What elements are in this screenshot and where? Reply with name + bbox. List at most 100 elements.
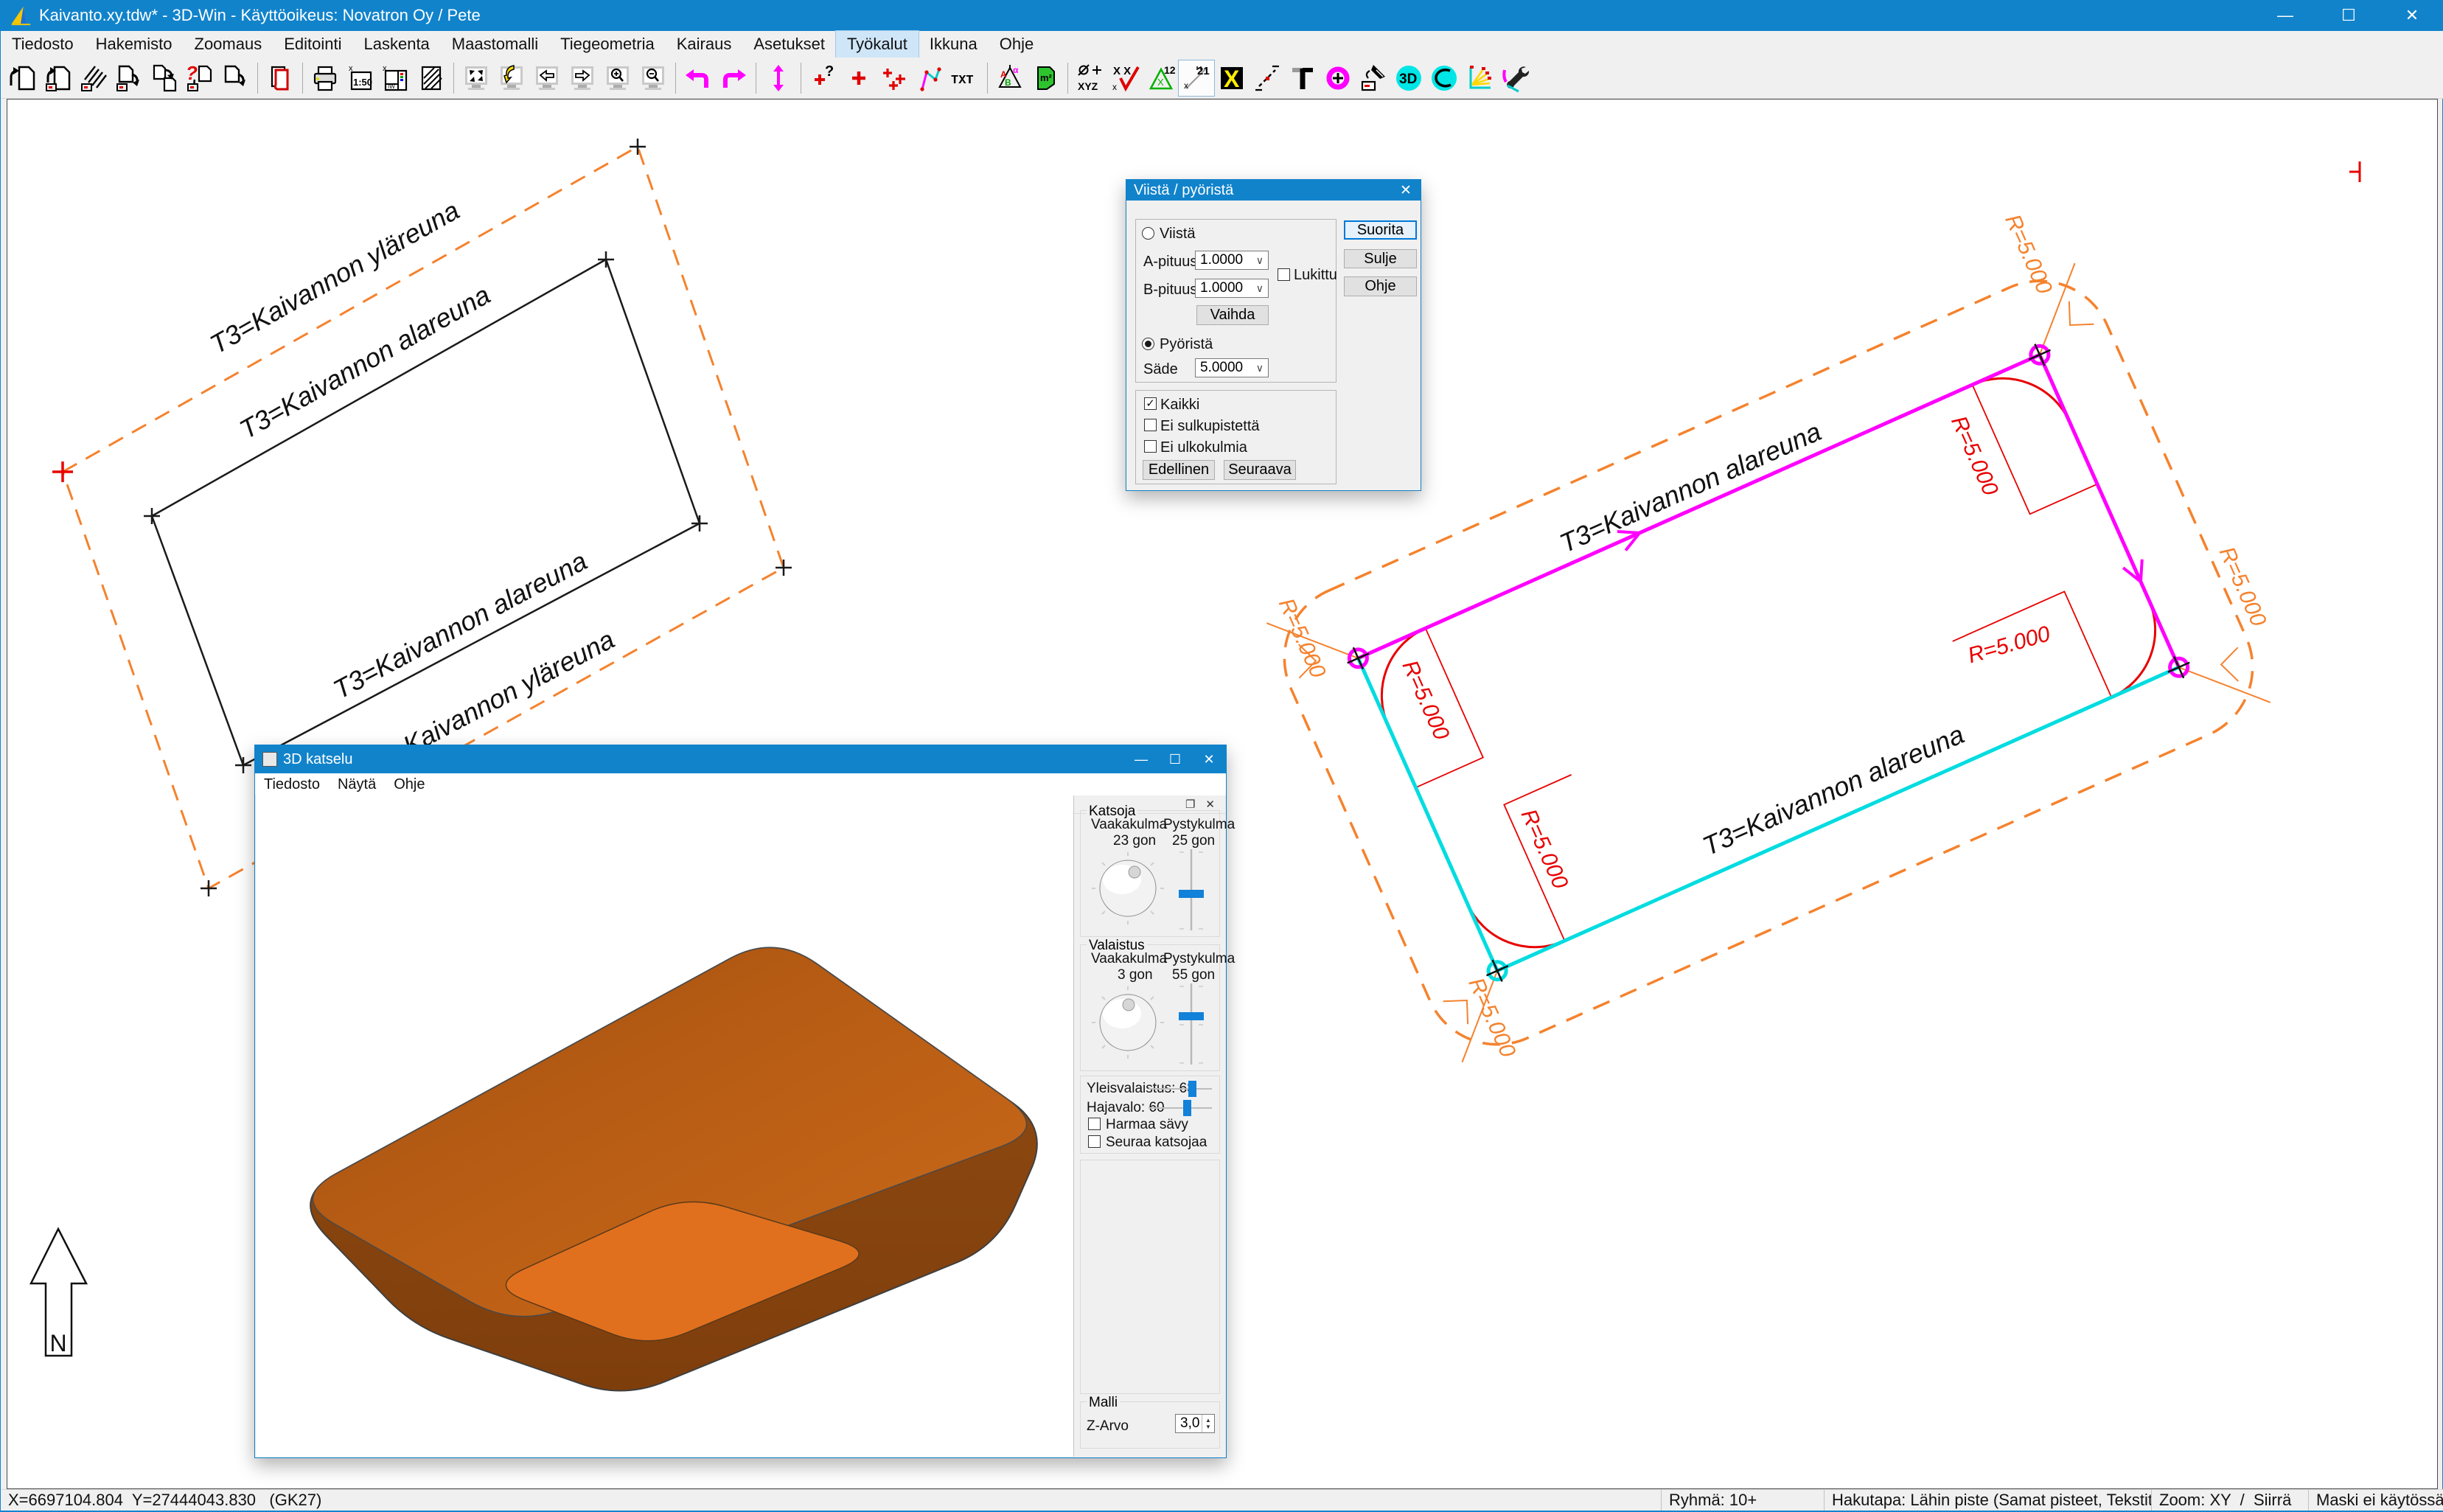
point-add-multi-button[interactable] bbox=[877, 60, 912, 96]
menu-näytä[interactable]: Näytä bbox=[329, 776, 385, 793]
kaikki-checkbox[interactable]: ✓ bbox=[1144, 397, 1157, 410]
view-3d-button[interactable]: 3D bbox=[1391, 60, 1426, 96]
print-button[interactable] bbox=[307, 60, 343, 96]
menu-ohje[interactable]: Ohje bbox=[989, 31, 1045, 58]
svg-text:x: x bbox=[1112, 82, 1117, 92]
area-measure-button[interactable]: m² bbox=[1028, 60, 1063, 96]
delete-element-button[interactable]: X bbox=[1214, 60, 1250, 96]
dialog-close-icon[interactable]: ✕ bbox=[1391, 182, 1421, 199]
minimize-button[interactable]: — bbox=[2254, 0, 2317, 31]
sulje-button[interactable]: Sulje bbox=[1344, 249, 1417, 268]
menu-editointi[interactable]: Editointi bbox=[273, 31, 352, 58]
menu-tiegeometria[interactable]: Tiegeometria bbox=[549, 31, 666, 58]
ei-sulkupistetta-checkbox[interactable] bbox=[1144, 419, 1157, 431]
lukittu-checkbox[interactable] bbox=[1278, 268, 1290, 281]
view-right-button[interactable] bbox=[565, 60, 600, 96]
menu-zoomaus[interactable]: Zoomaus bbox=[184, 31, 273, 58]
circle-point-button[interactable] bbox=[1320, 60, 1356, 96]
seuraa-katsojaa-checkbox[interactable] bbox=[1088, 1135, 1101, 1148]
menu-asetukset[interactable]: Asetukset bbox=[742, 31, 836, 58]
a-pituus-combo[interactable]: 1.0000∨ bbox=[1195, 251, 1269, 270]
line-annotate-button[interactable]: x21 bbox=[1179, 60, 1214, 96]
point-add-button[interactable] bbox=[841, 60, 877, 96]
file-save-button[interactable] bbox=[111, 60, 147, 96]
page-setup-button[interactable]: xIW bbox=[378, 60, 414, 96]
file-stack-button[interactable] bbox=[262, 60, 298, 96]
divide-line-icon bbox=[1252, 63, 1282, 93]
suorita-button[interactable]: Suorita bbox=[1344, 220, 1417, 240]
maximize-button[interactable]: ☐ bbox=[2317, 0, 2380, 31]
triangle-model-button[interactable]: 12X bbox=[1143, 60, 1179, 96]
viewer3d-window: 3D katselu — ☐ ✕ TiedostoNäytäOhje bbox=[254, 745, 1227, 1458]
edellinen-button[interactable]: Edellinen bbox=[1143, 460, 1215, 480]
file-open-button[interactable] bbox=[5, 60, 41, 96]
menu-ohje[interactable]: Ohje bbox=[385, 776, 433, 793]
angle-measure-button[interactable]: AαB bbox=[992, 60, 1028, 96]
svg-text:3D: 3D bbox=[1399, 72, 1417, 87]
zoom-out-button[interactable] bbox=[635, 60, 671, 96]
panel-close-icon[interactable]: ✕ bbox=[1205, 798, 1215, 811]
pole-button[interactable] bbox=[1285, 60, 1320, 96]
menu-työkalut[interactable]: Työkalut bbox=[836, 31, 919, 58]
svg-text:x: x bbox=[1184, 80, 1188, 91]
fit-view-button[interactable] bbox=[459, 60, 494, 96]
line-draw-button[interactable] bbox=[912, 60, 947, 96]
ei-ulkokulmia-checkbox[interactable] bbox=[1144, 440, 1157, 453]
ei-ulkokulmia-label: Ei ulkokulmia bbox=[1160, 439, 1247, 456]
divide-line-button[interactable] bbox=[1250, 60, 1285, 96]
menu-maastomalli[interactable]: Maastomalli bbox=[441, 31, 549, 58]
spot-elevations-button[interactable] bbox=[1462, 60, 1497, 96]
svg-text:?: ? bbox=[186, 63, 198, 84]
tools-settings-button[interactable] bbox=[1497, 60, 1533, 96]
print-scale-button[interactable]: x1:50 bbox=[343, 60, 378, 96]
coord-xyz-button[interactable]: XYZ bbox=[1073, 60, 1108, 96]
b-pituus-combo[interactable]: 1.0000∨ bbox=[1195, 279, 1269, 298]
sade-value: 5.0000 bbox=[1200, 360, 1243, 376]
valaistus-pysty-slider[interactable] bbox=[1177, 980, 1206, 1067]
menu-tiedosto[interactable]: Tiedosto bbox=[1, 31, 85, 58]
view-previous-button[interactable] bbox=[494, 60, 529, 96]
hatch-sheet-button[interactable] bbox=[414, 60, 449, 96]
harmaa-savy-checkbox[interactable] bbox=[1088, 1118, 1101, 1130]
viista-radio[interactable] bbox=[1142, 227, 1154, 240]
toolbar-separator bbox=[1067, 63, 1068, 94]
sade-combo[interactable]: 5.0000∨ bbox=[1195, 358, 1269, 377]
rotate-3d-button[interactable] bbox=[1426, 60, 1462, 96]
pole-icon bbox=[1288, 63, 1317, 93]
z-arvo-spin-arrows[interactable]: ▲▼ bbox=[1202, 1415, 1214, 1432]
valaistus-knob[interactable] bbox=[1091, 986, 1165, 1059]
viewer3d-maximize-button[interactable]: ☐ bbox=[1158, 745, 1192, 773]
view-left-button[interactable] bbox=[529, 60, 565, 96]
menu-laskenta[interactable]: Laskenta bbox=[353, 31, 441, 58]
file-open-dialog-button[interactable] bbox=[41, 60, 76, 96]
z-arvo-spinner[interactable]: 3,0 ▲▼ bbox=[1175, 1414, 1215, 1433]
seuraava-button[interactable]: Seuraava bbox=[1224, 460, 1296, 480]
close-button[interactable]: ✕ bbox=[2380, 0, 2443, 31]
file-save-browse-button[interactable] bbox=[147, 60, 182, 96]
panel-float-icon[interactable]: ❐ bbox=[1185, 798, 1195, 811]
a-pituus-value: 1.0000 bbox=[1200, 252, 1243, 268]
file-import-button[interactable] bbox=[76, 60, 111, 96]
edit-draw-button[interactable] bbox=[1356, 60, 1391, 96]
katsoja-pysty-slider[interactable] bbox=[1177, 846, 1206, 933]
menu-ikkuna[interactable]: Ikkuna bbox=[919, 31, 989, 58]
text-add-button[interactable]: TXT bbox=[947, 60, 983, 96]
undo-button[interactable] bbox=[680, 60, 716, 96]
point-check-button[interactable]: X Xx bbox=[1108, 60, 1143, 96]
vaihda-button[interactable]: Vaihda bbox=[1196, 305, 1269, 325]
zoom-in-button[interactable] bbox=[600, 60, 635, 96]
menu-tiedosto[interactable]: Tiedosto bbox=[255, 776, 329, 793]
menu-hakemisto[interactable]: Hakemisto bbox=[85, 31, 184, 58]
menu-kairaus[interactable]: Kairaus bbox=[666, 31, 743, 58]
file-write-button[interactable] bbox=[217, 60, 253, 96]
point-query-button[interactable]: ? bbox=[806, 60, 841, 96]
redo-button[interactable] bbox=[716, 60, 751, 96]
file-query-button[interactable]: ? bbox=[182, 60, 217, 96]
viewer3d-close-button[interactable]: ✕ bbox=[1192, 745, 1226, 773]
viewer3d-minimize-button[interactable]: — bbox=[1124, 745, 1158, 773]
pyorista-radio[interactable] bbox=[1142, 338, 1154, 350]
ohje-button[interactable]: Ohje bbox=[1344, 276, 1417, 296]
katsoja-knob[interactable] bbox=[1091, 851, 1165, 925]
move-element-button[interactable] bbox=[761, 60, 796, 96]
viewer3d-render-area[interactable] bbox=[256, 795, 1073, 1457]
